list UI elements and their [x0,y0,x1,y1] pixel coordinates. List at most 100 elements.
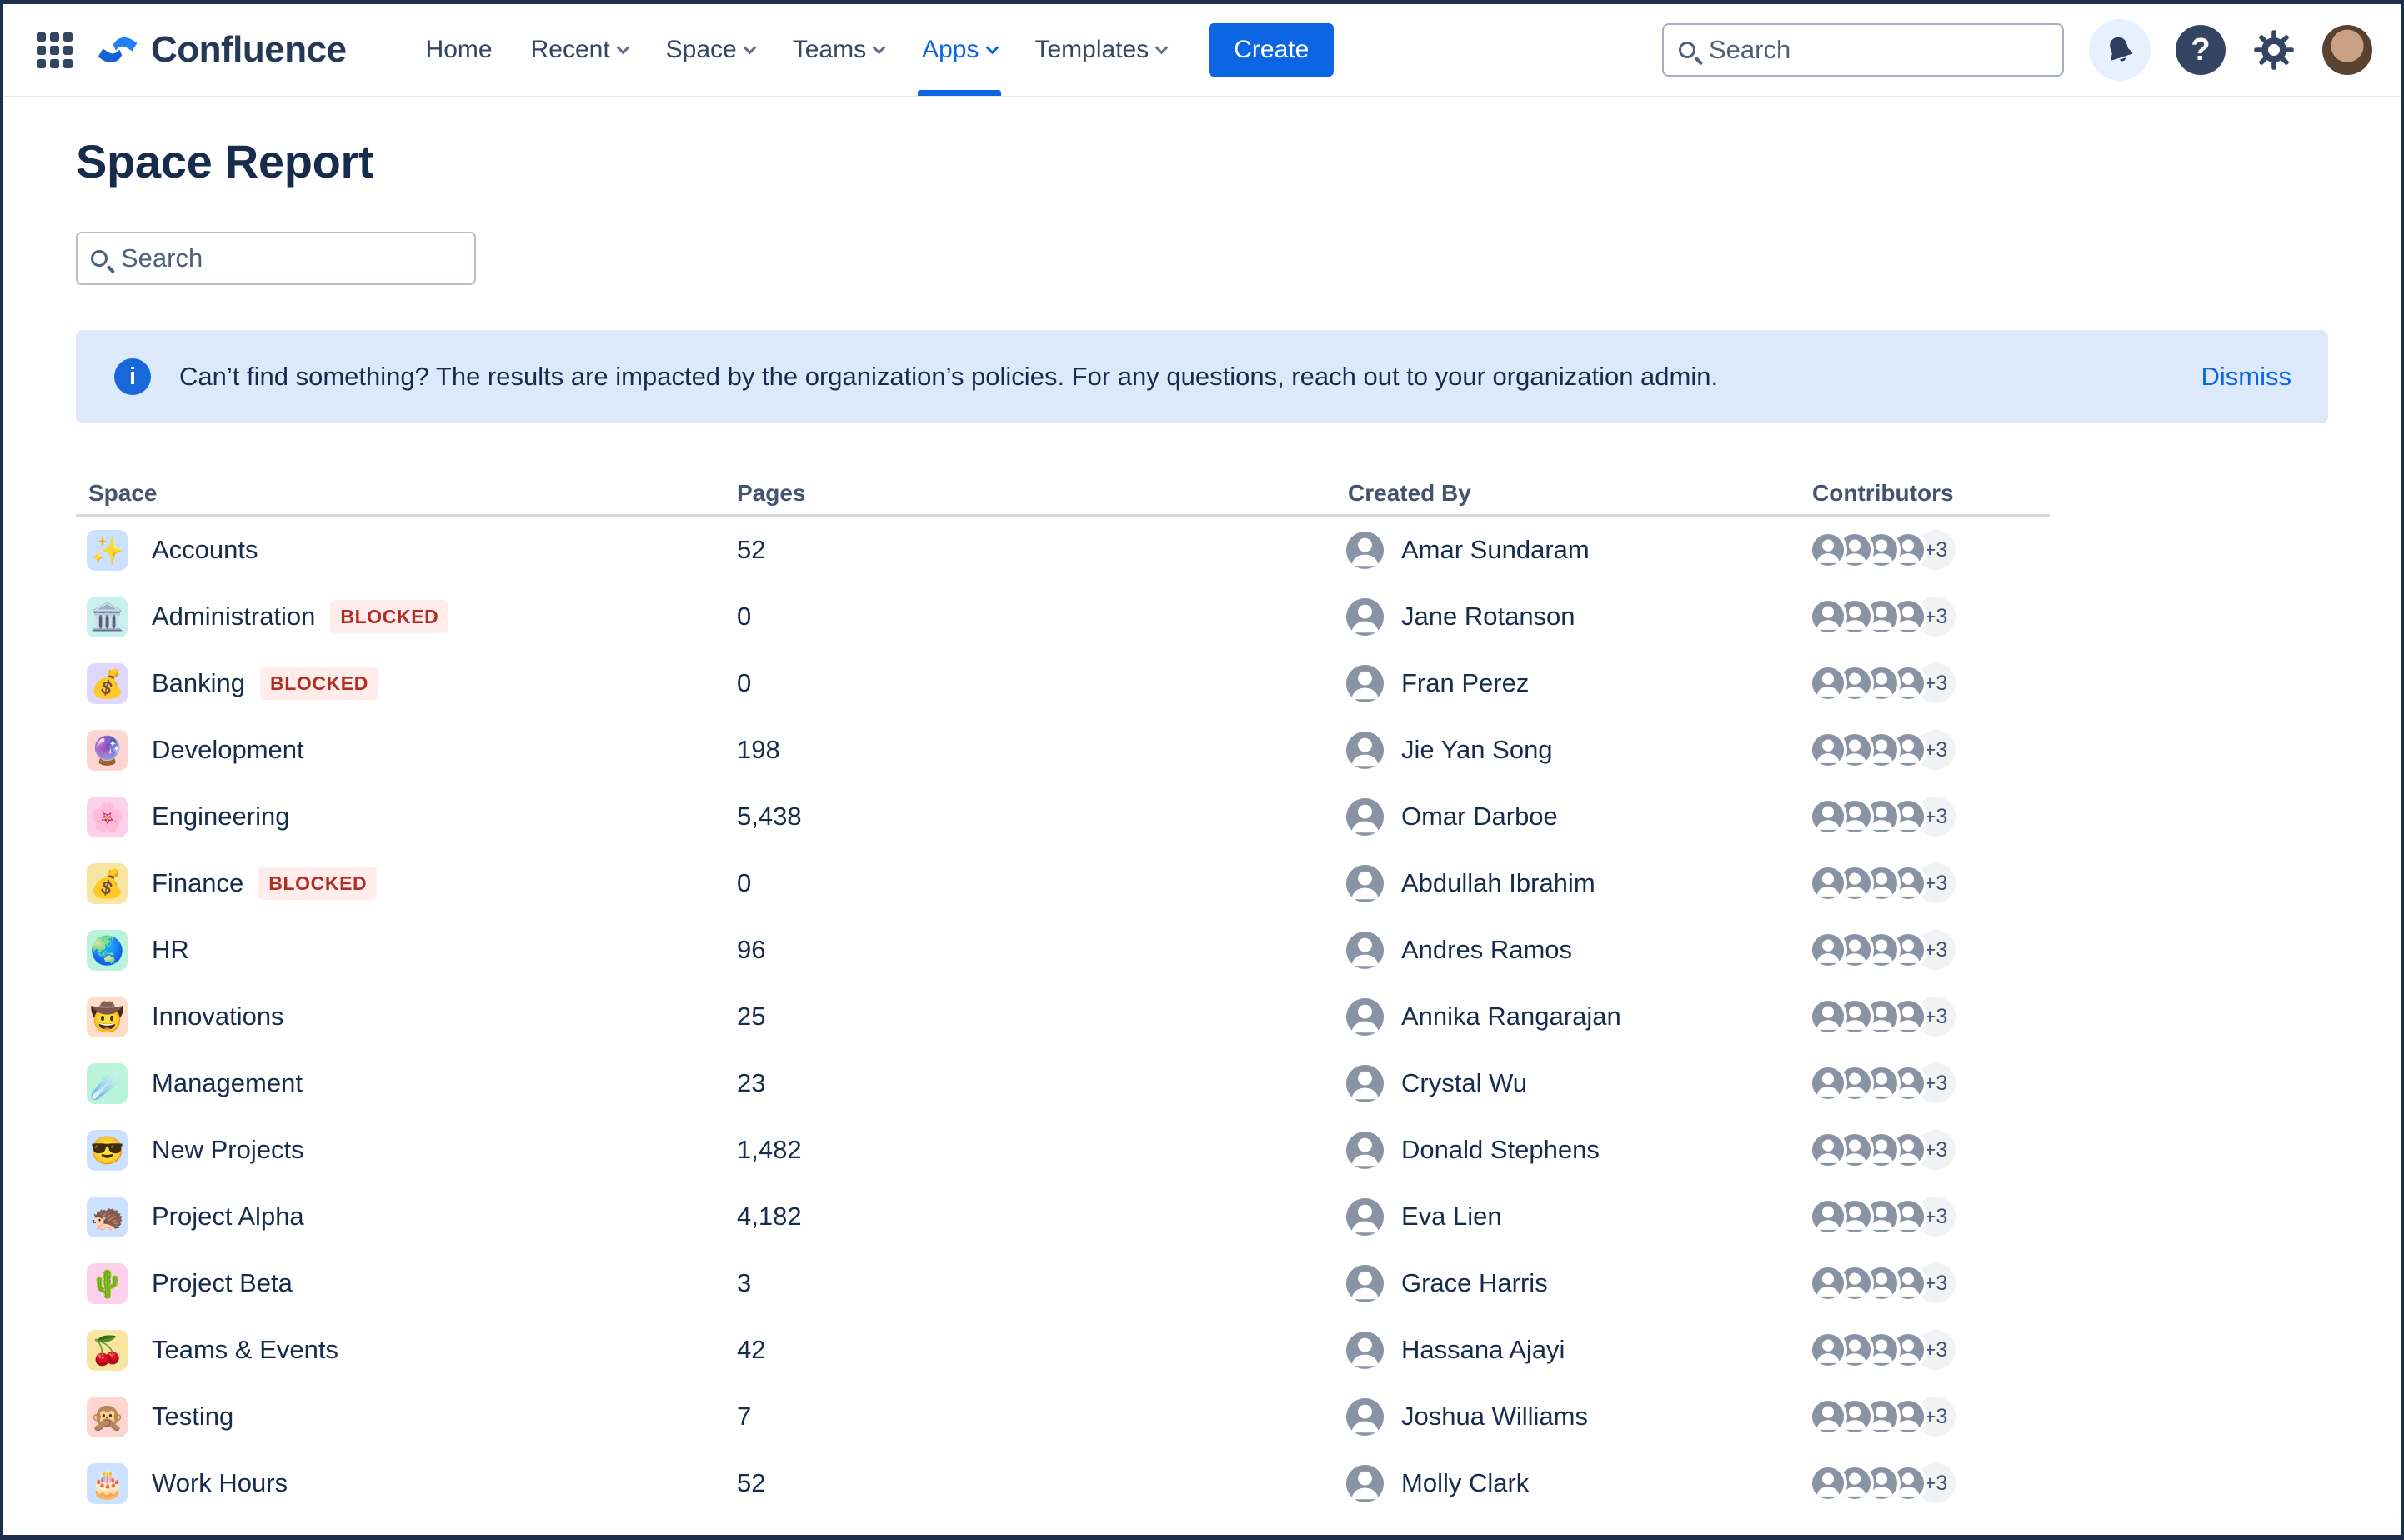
contributors-stack[interactable]: +3 [1809,863,1956,903]
table-row[interactable]: 🤠 Innovations 25 Annika Rangarajan [76,983,2050,1050]
creator-name[interactable]: Hassana Ajayi [1401,1335,1565,1365]
creator-name[interactable]: Donald Stephens [1401,1135,1600,1165]
space-name[interactable]: Development [152,735,304,765]
nav-item-home[interactable]: Home [407,4,512,96]
page-search[interactable] [76,232,476,285]
help-button[interactable]: ? [2176,25,2226,75]
nav-item-recent[interactable]: Recent [512,4,647,96]
creator-name[interactable]: Molly Clark [1401,1468,1529,1498]
creator-name[interactable]: Omar Darboe [1401,802,1558,832]
table-row[interactable]: 🌸 Engineering 5,438 Omar Darboe [76,783,2050,850]
contributors-stack[interactable]: +3 [1809,1263,1956,1303]
space-name[interactable]: Accounts [152,535,258,565]
space-cell: 😎 New Projects [76,1130,737,1171]
space-name[interactable]: Administration [152,602,315,632]
contributors-stack[interactable]: +3 [1809,930,1956,970]
classical-building-icon: 🏛️ [87,597,128,638]
creator-cell: Jane Rotanson [1346,598,1809,636]
contributors-stack[interactable]: +3 [1809,597,1956,637]
table-row[interactable]: 😎 New Projects 1,482 Donald Stephens [76,1117,2050,1183]
space-name[interactable]: Teams & Events [152,1335,338,1365]
creator-name[interactable]: Crystal Wu [1401,1068,1527,1098]
creator-name[interactable]: Jane Rotanson [1401,602,1575,632]
creator-name[interactable]: Eva Lien [1401,1202,1502,1232]
table-row[interactable]: 🏛️ Administration BLOCKED 0 Jane Rotanso… [76,583,2050,650]
creator-name[interactable]: Jie Yan Song [1401,735,1553,765]
space-name[interactable]: Testing [152,1402,233,1432]
nav-item-templates[interactable]: Templates [1016,4,1186,96]
creator-name[interactable]: Amar Sundaram [1401,535,1590,565]
space-name[interactable]: Innovations [152,1002,284,1032]
settings-button[interactable] [2251,27,2297,73]
space-name[interactable]: Banking [152,668,245,698]
contributors-stack[interactable]: +3 [1809,1063,1956,1103]
space-cell: 🏛️ Administration BLOCKED [76,597,737,638]
contributor-avatar-icon [1809,998,1847,1036]
creator-name[interactable]: Joshua Williams [1401,1402,1588,1432]
contributors-stack[interactable]: +3 [1809,530,1956,570]
contributors-stack[interactable]: +3 [1809,797,1956,837]
creator-name[interactable]: Andres Ramos [1401,935,1572,965]
space-name[interactable]: HR [152,935,189,965]
space-name[interactable]: Project Alpha [152,1202,304,1232]
contributors-stack[interactable]: +3 [1809,663,1956,703]
table-row[interactable]: 💰 Banking BLOCKED 0 Fran Perez [76,650,2050,717]
table-row[interactable]: 🍒 Teams & Events 42 Hassana Ajayi [76,1317,2050,1383]
contributors-stack[interactable]: +3 [1809,1130,1956,1170]
nav-search[interactable] [1662,23,2064,77]
space-name[interactable]: Finance [152,868,243,898]
table-row[interactable]: ✨ Accounts 52 Amar Sundaram [76,517,2050,583]
notifications-button[interactable] [2089,19,2151,81]
contributors-stack[interactable]: +3 [1809,730,1956,770]
confluence-logo[interactable]: Confluence [96,28,347,72]
creator-avatar-icon [1346,598,1384,636]
space-cell: 🌵 Project Beta [76,1263,737,1304]
app-switcher-icon[interactable] [37,32,73,68]
table-row[interactable]: ☄️ Management 23 Crystal Wu [76,1050,2050,1117]
creator-name[interactable]: Fran Perez [1401,668,1529,698]
nav-item-label: Templates [1035,36,1149,64]
nav-search-input[interactable] [1709,35,2047,65]
space-name[interactable]: Engineering [152,802,289,832]
table-row[interactable]: 🌏 HR 96 Andres Ramos [76,917,2050,983]
creator-cell: Abdullah Ibrahim [1346,865,1809,902]
pages-count: 25 [737,1002,1346,1032]
table-row[interactable]: 🙊 Testing 7 Joshua Williams [76,1383,2050,1450]
contributors-stack[interactable]: +3 [1809,997,1956,1037]
nav-item-apps[interactable]: Apps [903,4,1015,96]
pages-count: 23 [737,1068,1346,1098]
nav-item-space[interactable]: Space [647,4,774,96]
page-search-input[interactable] [121,243,461,273]
creator-name[interactable]: Grace Harris [1401,1268,1548,1298]
contributor-avatar-icon [1809,864,1847,902]
contributor-avatar-icon [1809,1464,1847,1502]
info-banner: i Can’t find something? The results are … [76,330,2328,423]
contributors-stack[interactable]: +3 [1809,1330,1956,1370]
contributor-avatar-icon [1809,1198,1847,1236]
table-row[interactable]: 🌵 Project Beta 3 Grace Harris [76,1250,2050,1317]
contributors-stack[interactable]: +3 [1809,1197,1956,1237]
dismiss-link[interactable]: Dismiss [2201,362,2292,392]
speak-no-evil-monkey-icon: 🙊 [87,1397,128,1438]
contributors-stack[interactable]: +3 [1809,1463,1956,1503]
table-row[interactable]: 💰 Finance BLOCKED 0 Abdullah Ibrahim [76,850,2050,917]
space-name[interactable]: Management [152,1068,303,1098]
contributor-avatar-icon [1809,1331,1847,1369]
table-row[interactable]: 🎂 Work Hours 52 Molly Clark [76,1450,2050,1517]
page-title: Space Report [76,134,2328,188]
space-name[interactable]: New Projects [152,1135,304,1165]
profile-avatar[interactable] [2322,25,2372,75]
table-row[interactable]: 🦔 Project Alpha 4,182 Eva Lien [76,1183,2050,1250]
contributors-cell: +3 [1809,1063,2050,1103]
creator-name[interactable]: Annika Rangarajan [1401,1002,1621,1032]
space-name[interactable]: Project Beta [152,1268,293,1298]
nav-left-group: Confluence Home Recent Space Teams Apps … [37,4,1334,96]
nav-item-teams[interactable]: Teams [774,4,903,96]
contributors-cell: +3 [1809,863,2050,903]
contributor-avatar-icon [1809,531,1847,569]
contributors-stack[interactable]: +3 [1809,1397,1956,1437]
creator-name[interactable]: Abdullah Ibrahim [1401,868,1595,898]
create-button[interactable]: Create [1209,23,1334,77]
table-row[interactable]: 🔮 Development 198 Jie Yan Song [76,717,2050,783]
space-name[interactable]: Work Hours [152,1468,288,1498]
